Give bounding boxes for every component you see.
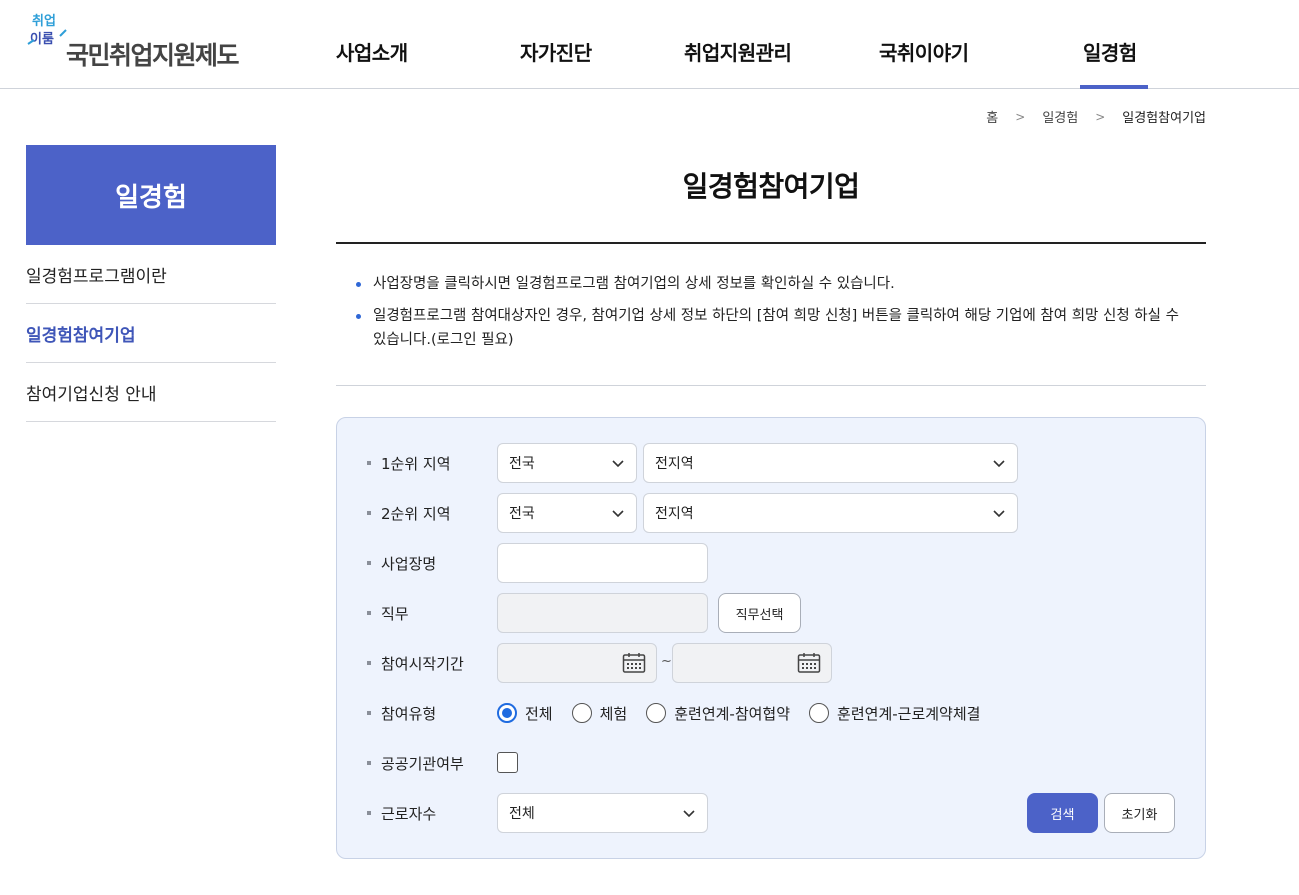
region1-sido-select[interactable]: 전국 [497,443,637,483]
search-form: 1순위 지역 전국 전지역 2순위 지역 전국 전지역 사업장명 직무 직무선택… [336,417,1206,859]
workers-value: 전체 [509,806,535,822]
region1-sigungu-select[interactable]: 전지역 [643,443,1018,483]
nav-item-self-diagnosis[interactable]: 자가진단 [520,37,592,66]
job-label: 직무 [367,603,409,624]
region2-sido-select[interactable]: 전국 [497,493,637,533]
chevron-right-icon: > [1095,109,1106,124]
public-org-label: 공공기관여부 [367,753,464,774]
period-start-input[interactable] [497,643,657,683]
region2-label: 2순위 지역 [367,503,451,524]
region1-sigungu-value: 전지역 [655,456,694,472]
type-radio-all[interactable]: 전체 [497,703,553,724]
sidebar-title: 일경험 [26,145,276,245]
info-notes: 사업장명을 클릭하시면 일경험프로그램 참여기업의 상세 정보를 확인하실 수 … [356,272,1186,360]
calendar-icon[interactable] [622,652,646,674]
period-label: 참여시작기간 [367,653,464,674]
radio-indicator[interactable] [809,703,830,723]
breadcrumb-level1[interactable]: 일경험 [1042,107,1078,126]
chevron-down-icon [612,510,624,518]
sidebar-item-program-intro[interactable]: 일경험프로그램이란 [26,245,276,304]
page-title: 일경험참여기업 [682,170,860,203]
job-input [497,593,708,633]
type-radio-group: 전체 체험 훈련연계-참여협약 훈련연계-근로계약체결 [497,701,999,725]
chevron-down-icon [612,460,624,468]
type-radio-training-agreement-label: 훈련연계-참여협약 [674,704,791,723]
svg-text:취업: 취업 [32,13,56,29]
site-header: 취업 이룸 국민취업지원제도 사업소개 자가진단 취업지원관리 국취이야기 일경… [0,0,1299,89]
region2-sido-value: 전국 [509,506,535,522]
sidebar-item-participating-companies[interactable]: 일경험참여기업 [26,304,276,363]
public-org-checkbox[interactable] [497,752,518,773]
nav-item-employment-support[interactable]: 취업지원관리 [684,37,792,66]
type-radio-experience[interactable]: 체험 [571,703,628,724]
chevron-down-icon [683,810,695,818]
nav-item-stories[interactable]: 국취이야기 [879,37,969,66]
type-radio-all-label: 전체 [525,704,553,723]
search-button[interactable]: 검색 [1027,793,1098,833]
info-note: 일경험프로그램 참여대상자인 경우, 참여기업 상세 정보 하단의 [참여 희망… [356,304,1186,352]
radio-indicator[interactable] [646,703,667,723]
job-select-button[interactable]: 직무선택 [718,593,801,633]
logo-text: 국민취업지원제도 [66,41,240,70]
chevron-down-icon [993,460,1005,468]
notes-divider [336,385,1206,386]
company-label: 사업장명 [367,553,436,574]
nav-item-work-experience[interactable]: 일경험 [1083,37,1137,66]
info-note: 사업장명을 클릭하시면 일경험프로그램 참여기업의 상세 정보를 확인하실 수 … [356,272,1186,296]
sidebar-menu: 일경험프로그램이란 일경험참여기업 참여기업신청 안내 [26,245,276,422]
type-radio-experience-label: 체험 [599,704,628,723]
region2-sigungu-value: 전지역 [655,506,694,522]
radio-indicator[interactable] [497,703,517,723]
title-divider [336,242,1206,244]
type-label: 참여유형 [367,703,436,724]
breadcrumb-home[interactable]: 홈 [986,107,998,126]
type-radio-training-contract[interactable]: 훈련연계-근로계약체결 [809,703,980,724]
region2-sigungu-select[interactable]: 전지역 [643,493,1018,533]
type-radio-training-contract-label: 훈련연계-근로계약체결 [837,704,981,723]
breadcrumb: 홈 > 일경험 > 일경험참여기업 [986,107,1206,127]
chevron-down-icon [993,510,1005,518]
radio-indicator[interactable] [571,703,592,723]
workers-select[interactable]: 전체 [497,793,708,833]
workers-label: 근로자수 [367,803,436,824]
nav-item-business-intro[interactable]: 사업소개 [336,37,408,66]
period-end-input[interactable] [672,643,832,683]
breadcrumb-current: 일경험참여기업 [1122,111,1206,126]
calendar-icon[interactable] [797,652,821,674]
company-name-input[interactable] [497,543,708,583]
chevron-right-icon: > [1015,109,1026,124]
sidebar-item-application-guide[interactable]: 참여기업신청 안내 [26,363,276,422]
type-radio-training-agreement[interactable]: 훈련연계-참여협약 [646,703,790,724]
region1-label: 1순위 지역 [367,453,451,474]
site-logo[interactable]: 취업 이룸 국민취업지원제도 [26,10,266,70]
period-separator: ~ [661,654,672,669]
region1-sido-value: 전국 [509,456,535,472]
nav-active-indicator [1080,85,1148,89]
svg-text:이룸: 이룸 [30,31,54,47]
reset-button[interactable]: 초기화 [1104,793,1175,833]
